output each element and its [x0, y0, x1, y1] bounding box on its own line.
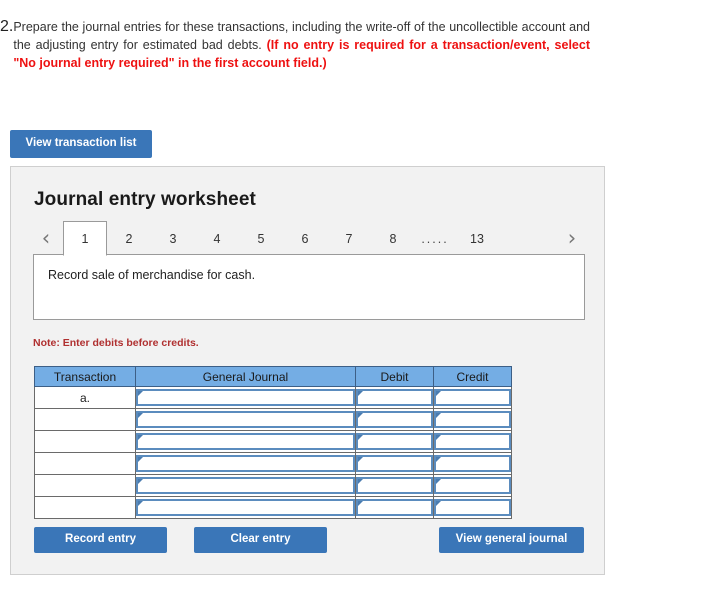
pager-item-3[interactable]: 3 [151, 221, 195, 255]
cell-general-journal [135, 430, 356, 453]
debit-input[interactable] [356, 389, 433, 406]
cell-credit [433, 408, 512, 431]
cell-transaction: a. [34, 386, 136, 409]
debit-input[interactable] [356, 433, 433, 450]
cell-general-journal [135, 474, 356, 497]
note-text: Note: Enter debits before credits. [33, 337, 199, 349]
record-entry-button[interactable]: Record entry [34, 527, 167, 553]
cell-transaction [34, 474, 136, 497]
credit-input[interactable] [434, 499, 511, 516]
cell-debit [355, 386, 434, 409]
table-row [34, 430, 512, 453]
cell-transaction [34, 408, 136, 431]
pager-item-1[interactable]: 1 [63, 221, 107, 256]
chevron-left-icon[interactable]: ‹ [33, 221, 59, 255]
credit-input[interactable] [434, 389, 511, 406]
table-row [34, 452, 512, 475]
cell-general-journal [135, 452, 356, 475]
cell-debit [355, 408, 434, 431]
pager-item-7[interactable]: 7 [327, 221, 371, 255]
debit-input[interactable] [356, 499, 433, 516]
cell-transaction [34, 430, 136, 453]
credit-input[interactable] [434, 411, 511, 428]
column-header-credit: Credit [433, 366, 512, 387]
debit-input[interactable] [356, 411, 433, 428]
chevron-right-icon[interactable]: › [559, 221, 585, 255]
cell-general-journal [135, 386, 356, 409]
cell-transaction [34, 452, 136, 475]
cell-credit [433, 496, 512, 519]
question-text: Prepare the journal entries for these tr… [13, 18, 590, 72]
table-row [34, 408, 512, 431]
general-journal-input[interactable] [136, 455, 355, 472]
cell-debit [355, 430, 434, 453]
page-title: Journal entry worksheet [34, 189, 256, 210]
pager-item-2[interactable]: 2 [107, 221, 151, 255]
pager-item-4[interactable]: 4 [195, 221, 239, 255]
clear-entry-button[interactable]: Clear entry [194, 527, 327, 553]
credit-input[interactable] [434, 455, 511, 472]
credit-input[interactable] [434, 433, 511, 450]
credit-input[interactable] [434, 477, 511, 494]
pager-item-list: 1 2 3 4 5 6 7 8..... 13 [63, 221, 499, 256]
instruction-text: Record sale of merchandise for cash. [48, 268, 256, 282]
cell-debit [355, 474, 434, 497]
cell-credit [433, 452, 512, 475]
debit-input[interactable] [356, 455, 433, 472]
cell-credit [433, 430, 512, 453]
column-header-debit: Debit [355, 366, 434, 387]
cell-transaction [34, 496, 136, 519]
table-header-row: Transaction General Journal Debit Credit [34, 366, 512, 387]
table-body: a. [34, 386, 512, 519]
cell-credit [433, 474, 512, 497]
column-header-transaction: Transaction [34, 366, 136, 387]
cell-general-journal [135, 496, 356, 519]
pager-item-5[interactable]: 5 [239, 221, 283, 255]
question-block: 2. Prepare the journal entries for these… [0, 18, 590, 72]
general-journal-input[interactable] [136, 411, 355, 428]
table-row: a. [34, 386, 512, 409]
view-transaction-list-button[interactable]: View transaction list [10, 130, 152, 158]
table-row [34, 474, 512, 497]
pager-item-8[interactable]: 8 [371, 221, 415, 255]
table-row [34, 496, 512, 519]
column-header-general-journal: General Journal [135, 366, 356, 387]
pager-ellipsis: ..... [421, 231, 449, 246]
general-journal-input[interactable] [136, 389, 355, 406]
view-general-journal-button[interactable]: View general journal [439, 527, 584, 553]
instruction-box: Record sale of merchandise for cash. [33, 254, 585, 320]
general-journal-input[interactable] [136, 477, 355, 494]
question-number: 2. [0, 18, 14, 35]
general-journal-input[interactable] [136, 433, 355, 450]
debit-input[interactable] [356, 477, 433, 494]
journal-entry-worksheet-panel: Journal entry worksheet ‹ 1 2 3 4 5 6 7 8..... 1… [10, 166, 605, 575]
pager-item-6[interactable]: 6 [283, 221, 327, 255]
cell-credit [433, 386, 512, 409]
general-journal-input[interactable] [136, 499, 355, 516]
cell-debit [355, 452, 434, 475]
cell-general-journal [135, 408, 356, 431]
worksheet-pager: ‹ 1 2 3 4 5 6 7 8..... 13 › [33, 221, 585, 256]
journal-entry-table: Transaction General Journal Debit Credit… [34, 366, 512, 519]
pager-item-13[interactable]: 13 [455, 221, 499, 255]
cell-debit [355, 496, 434, 519]
